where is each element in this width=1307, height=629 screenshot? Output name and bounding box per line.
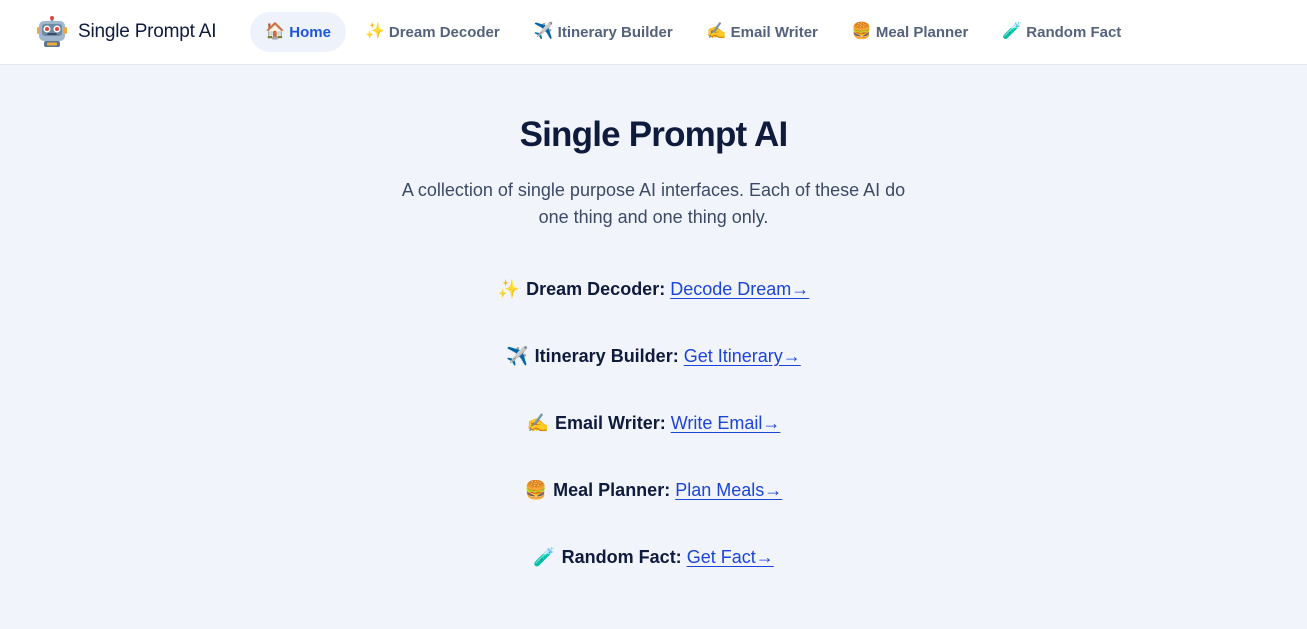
- tool-list: ✨ Dream Decoder: Decode Dream→ ✈️ Itiner…: [498, 275, 810, 610]
- tool-item-email-writer: ✍️ Email Writer: Write Email→: [527, 409, 781, 437]
- nav-item-itinerary-builder[interactable]: ✈️ Itinerary Builder: [519, 12, 688, 52]
- plan-meals-link[interactable]: Plan Meals→: [675, 480, 782, 501]
- tool-name: Dream Decoder:: [526, 278, 666, 299]
- page-title: Single Prompt AI: [519, 115, 789, 154]
- airplane-icon: ✈️: [533, 23, 554, 40]
- test-tube-icon: 🧪: [533, 547, 556, 567]
- tool-name: Meal Planner:: [553, 479, 671, 500]
- tool-item-dream-decoder: ✨ Dream Decoder: Decode Dream→: [498, 275, 810, 303]
- burger-icon: 🍔: [524, 480, 548, 500]
- nav-item-label: Meal Planner: [875, 23, 969, 41]
- nav-item-label: Dream Decoder: [388, 23, 500, 41]
- nav-item-label: Random Fact: [1026, 23, 1122, 41]
- decode-dream-link[interactable]: Decode Dream→: [670, 279, 809, 300]
- top-navbar: Single Prompt AI 🏠 Home ✨ Dream Decoder …: [0, 0, 1307, 65]
- tool-name: Random Fact:: [561, 546, 682, 567]
- brand[interactable]: Single Prompt AI: [36, 16, 217, 48]
- sparkles-icon: ✨: [364, 23, 385, 40]
- main-content: Single Prompt AI A collection of single …: [0, 65, 1307, 610]
- sparkles-icon: ✨: [497, 279, 521, 299]
- burger-icon: 🍔: [851, 23, 872, 40]
- tool-item-meal-planner: 🍔 Meal Planner: Plan Meals→: [525, 476, 783, 504]
- house-icon: 🏠: [265, 23, 286, 40]
- test-tube-icon: 🧪: [1002, 23, 1023, 40]
- get-itinerary-link[interactable]: Get Itinerary→: [684, 346, 801, 367]
- get-fact-link[interactable]: Get Fact→: [687, 547, 774, 568]
- page-subtitle: A collection of single purpose AI interf…: [401, 180, 906, 227]
- nav-item-label: Email Writer: [730, 23, 818, 41]
- nav-item-label: Home: [289, 23, 331, 41]
- brand-name: Single Prompt AI: [78, 21, 217, 42]
- tool-item-random-fact: 🧪 Random Fact: Get Fact→: [533, 543, 773, 571]
- nav-item-meal-planner[interactable]: 🍔 Meal Planner: [837, 12, 983, 52]
- nav-item-dream-decoder[interactable]: ✨ Dream Decoder: [350, 12, 515, 52]
- airplane-icon: ✈️: [506, 346, 529, 366]
- robot-icon: [37, 16, 67, 47]
- nav-item-email-writer[interactable]: ✍️ Email Writer: [692, 12, 833, 52]
- nav-item-label: Itinerary Builder: [557, 23, 673, 41]
- writing-hand-icon: ✍️: [526, 413, 549, 433]
- write-email-link[interactable]: Write Email→: [671, 413, 781, 434]
- tool-item-itinerary-builder: ✈️ Itinerary Builder: Get Itinerary→: [506, 342, 801, 370]
- tool-name: Itinerary Builder:: [534, 345, 679, 366]
- writing-hand-icon: ✍️: [706, 23, 727, 40]
- nav-item-random-fact[interactable]: 🧪 Random Fact: [987, 12, 1136, 52]
- nav-item-home[interactable]: 🏠 Home: [250, 12, 346, 52]
- main-nav: 🏠 Home ✨ Dream Decoder ✈️ Itinerary Buil…: [250, 12, 1136, 52]
- tool-name: Email Writer:: [555, 412, 666, 433]
